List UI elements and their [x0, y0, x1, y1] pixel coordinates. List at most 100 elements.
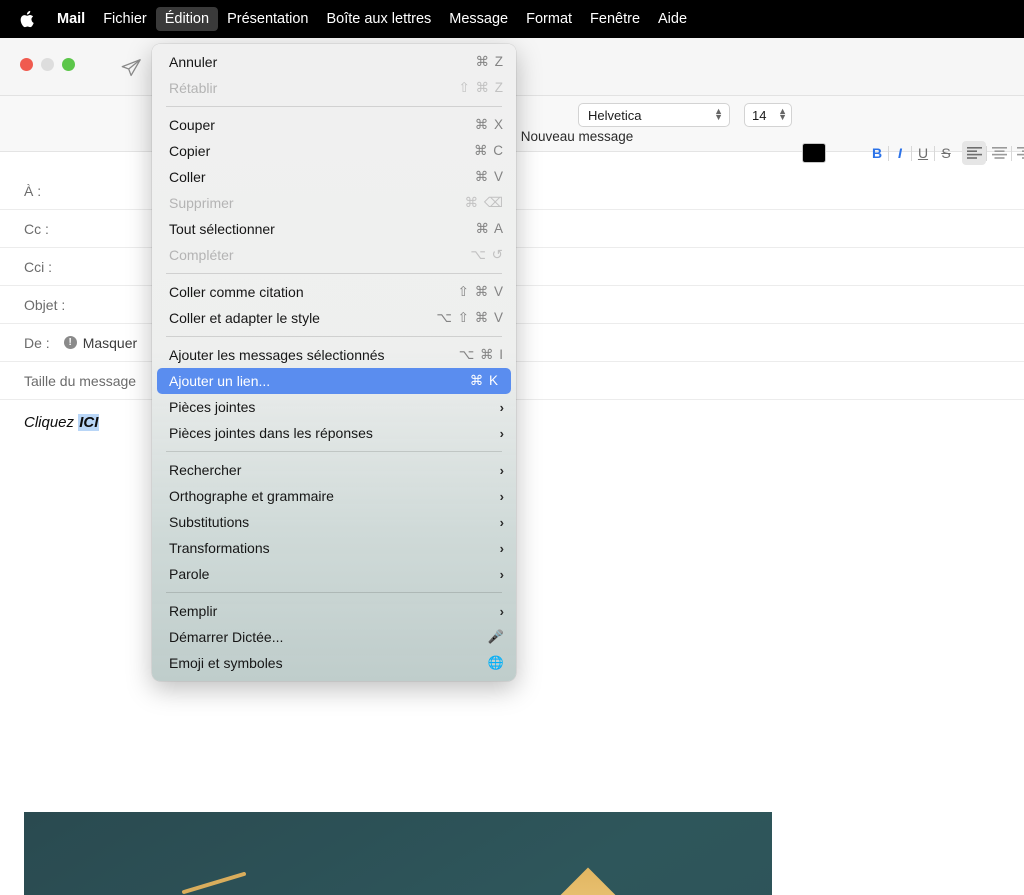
- chevron-right-icon: ›: [499, 566, 504, 582]
- menubar-item-fichier[interactable]: Fichier: [94, 7, 156, 32]
- menubar-item-mail[interactable]: Mail: [48, 7, 94, 32]
- underline-button[interactable]: U: [912, 141, 934, 165]
- menu-separator: [166, 106, 502, 107]
- menu-item-label: Emoji et symboles: [169, 655, 283, 671]
- menubar-item-edition[interactable]: Édition: [155, 6, 219, 32]
- font-size-select[interactable]: 14 ▲ ▼: [744, 103, 792, 127]
- align-left-icon: [966, 147, 982, 159]
- menu-item-shortcut: ⌘ ⌫: [464, 195, 504, 210]
- menu-item-copier[interactable]: Copier ⌘ C: [152, 138, 516, 164]
- menubar-item-boite-aux-lettres[interactable]: Boîte aux lettres: [317, 7, 440, 32]
- menu-item-shortcut: ⌥ ↺: [470, 247, 504, 262]
- chevron-updown-icon: ▲ ▼: [778, 106, 787, 122]
- font-family-select[interactable]: Helvetica ▲ ▼: [578, 103, 730, 127]
- bold-button[interactable]: B: [866, 141, 888, 165]
- font-size-value: 14: [752, 107, 767, 123]
- menu-item-coller-comme-citation[interactable]: Coller comme citation ⇧ ⌘ V: [152, 279, 516, 305]
- menubar-item-format[interactable]: Format: [517, 7, 581, 32]
- chevron-right-icon: ›: [499, 488, 504, 504]
- chevron-right-icon: ›: [499, 603, 504, 619]
- align-right-button[interactable]: [1012, 141, 1024, 165]
- menu-item-couper[interactable]: Couper ⌘ X: [152, 112, 516, 138]
- field-label-to: À :: [24, 182, 42, 199]
- chevron-right-icon: ›: [499, 425, 504, 441]
- menu-item-tout-selectionner[interactable]: Tout sélectionner ⌘ A: [152, 216, 516, 242]
- menu-item-pieces-jointes[interactable]: Pièces jointes ›: [152, 394, 516, 420]
- globe-icon: 🌐: [487, 655, 504, 670]
- menu-item-rechercher[interactable]: Rechercher ›: [152, 457, 516, 483]
- menu-item-annuler[interactable]: Annuler ⌘ Z: [152, 49, 516, 75]
- align-center-icon: [991, 147, 1007, 159]
- menu-item-coller[interactable]: Coller ⌘ V: [152, 164, 516, 190]
- menu-item-shortcut: ⌥ ⌘ I: [458, 347, 504, 362]
- menu-item-label: Supprimer: [169, 195, 234, 211]
- align-center-button[interactable]: [987, 141, 1011, 165]
- menu-item-ajouter-les-messages-selectionnes[interactable]: Ajouter les messages sélectionnés ⌥ ⌘ I: [152, 342, 516, 368]
- menu-item-label: Ajouter les messages sélectionnés: [169, 347, 385, 363]
- strikethrough-button[interactable]: S: [935, 141, 957, 165]
- text-align-buttons: [962, 141, 1024, 165]
- chevron-right-icon: ›: [499, 399, 504, 415]
- menubar-item-aide[interactable]: Aide: [649, 7, 696, 32]
- apple-logo-icon[interactable]: [14, 7, 38, 31]
- font-family-value: Helvetica: [588, 107, 642, 123]
- menu-item-shortcut: ⌥ ⇧ ⌘ V: [436, 310, 504, 325]
- body-text-prefix: Cliquez: [24, 414, 79, 431]
- menu-item-label: Coller et adapter le style: [169, 310, 320, 326]
- menu-item-emoji-et-symboles[interactable]: Emoji et symboles 🌐: [152, 650, 516, 676]
- menu-item-label: Ajouter un lien...: [169, 373, 271, 389]
- menu-item-label: Annuler: [169, 54, 218, 70]
- field-label-message-size: Taille du message: [24, 372, 137, 389]
- italic-button[interactable]: I: [889, 141, 911, 165]
- text-color-swatch[interactable]: [802, 143, 826, 163]
- menubar-item-fenetre[interactable]: Fenêtre: [581, 7, 649, 32]
- menu-item-shortcut: ⌘ V: [474, 169, 504, 184]
- send-paper-plane-icon[interactable]: [116, 55, 146, 81]
- menu-item-transformations[interactable]: Transformations ›: [152, 535, 516, 561]
- close-button[interactable]: [20, 58, 33, 71]
- menu-item-label: Couper: [169, 117, 215, 133]
- zoom-button[interactable]: [62, 58, 75, 71]
- menu-item-pieces-jointes-dans-les-reponses[interactable]: Pièces jointes dans les réponses ›: [152, 420, 516, 446]
- menu-separator: [166, 592, 502, 593]
- window-traffic-lights: [20, 58, 75, 71]
- macos-menu-bar: Mail Fichier Édition Présentation Boîte …: [0, 0, 1024, 38]
- menu-item-parole[interactable]: Parole ›: [152, 561, 516, 587]
- menu-item-label: Coller: [169, 169, 206, 185]
- menu-item-shortcut: ⌘ Z: [475, 54, 504, 69]
- hide-details-label: Masquer: [82, 334, 138, 351]
- menu-item-shortcut: ⌘ A: [475, 221, 504, 236]
- info-icon: !: [63, 336, 77, 349]
- menu-item-label: Substitutions: [169, 514, 250, 530]
- menubar-item-message[interactable]: Message: [440, 7, 517, 32]
- greeting-card-image[interactable]: VOTRE LOGO Bonne Année 2025 videostoryte…: [24, 812, 772, 895]
- gold-rays-decoration: [182, 872, 246, 894]
- menu-item-label: Tout sélectionner: [169, 221, 275, 237]
- align-right-icon: [1016, 147, 1024, 159]
- menu-item-label: Démarrer Dictée...: [169, 629, 284, 645]
- field-label-from: De :: [24, 334, 50, 351]
- chevron-updown-icon: ▲ ▼: [714, 106, 723, 122]
- minimize-button[interactable]: [41, 58, 54, 71]
- menu-item-ajouter-un-lien[interactable]: Ajouter un lien... ⌘ K: [157, 368, 511, 394]
- hide-details-button[interactable]: ! Masquer: [63, 334, 138, 351]
- menu-item-orthographe-et-grammaire[interactable]: Orthographe et grammaire ›: [152, 483, 516, 509]
- menu-separator: [166, 336, 502, 337]
- menu-item-label: Pièces jointes dans les réponses: [169, 425, 373, 441]
- menubar-item-presentation[interactable]: Présentation: [218, 7, 317, 32]
- menu-item-shortcut: ⌘ X: [474, 117, 504, 132]
- chevron-right-icon: ›: [499, 462, 504, 478]
- menu-item-shortcut: ⌘ C: [474, 143, 504, 158]
- align-left-button[interactable]: [962, 141, 986, 165]
- field-label-bcc: Cci :: [24, 258, 52, 275]
- menu-item-retablir: Rétablir ⇧ ⌘ Z: [152, 75, 516, 101]
- menu-item-remplir[interactable]: Remplir ›: [152, 598, 516, 624]
- selected-text[interactable]: ICI: [78, 414, 100, 431]
- menu-item-coller-et-adapter-le-style[interactable]: Coller et adapter le style ⌥ ⇧ ⌘ V: [152, 305, 516, 331]
- chevron-right-icon: ›: [499, 540, 504, 556]
- screen: Mail Fichier Édition Présentation Boîte …: [0, 0, 1024, 895]
- menu-item-substitutions[interactable]: Substitutions ›: [152, 509, 516, 535]
- menu-item-label: Orthographe et grammaire: [169, 488, 334, 504]
- menu-item-demarrer-dictee[interactable]: Démarrer Dictée... 🎤: [152, 624, 516, 650]
- menu-item-label: Rechercher: [169, 462, 242, 478]
